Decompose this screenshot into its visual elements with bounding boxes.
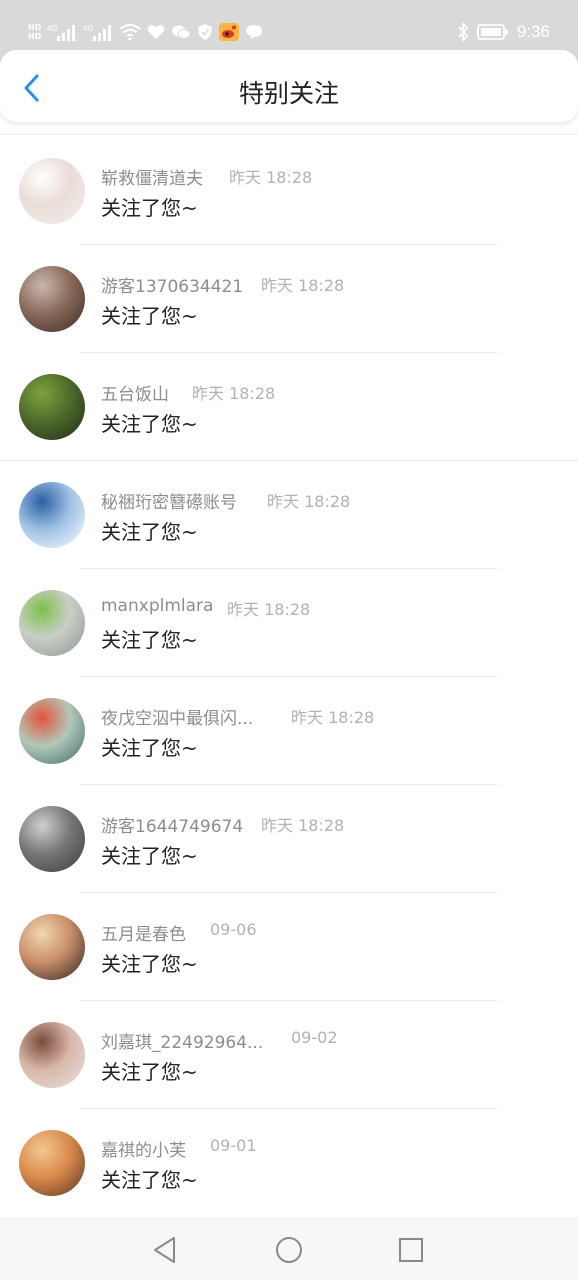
avatar[interactable]: [19, 482, 85, 548]
user-name[interactable]: 五月是春色: [101, 920, 186, 945]
timestamp: 昨天 18:28: [227, 600, 311, 619]
name-row: 秘祵珩密簪礤账号 昨天 18:28: [101, 488, 350, 513]
health-icon: [147, 24, 165, 40]
avatar[interactable]: [19, 266, 85, 332]
hd-top-label: HD: [28, 23, 42, 32]
name-row: 游客1644749674 昨天 18:28: [101, 812, 344, 837]
bluetooth-icon: [457, 22, 469, 42]
user-name[interactable]: 刘嘉琪_22492964...: [101, 1028, 263, 1053]
user-name[interactable]: 夜戊空泅中最俱闪...: [101, 704, 253, 729]
timestamp: 09-02: [291, 1028, 338, 1047]
message-text: 关注了您~: [101, 304, 198, 328]
message-text: 关注了您~: [101, 412, 198, 436]
user-name[interactable]: 秘祵珩密簪礤账号: [101, 488, 237, 513]
message-text: 关注了您~: [101, 196, 198, 220]
avatar[interactable]: [19, 374, 85, 440]
timestamp: 09-01: [210, 1136, 257, 1155]
user-name[interactable]: 嘉祺的小芙: [101, 1136, 186, 1161]
name-row: 五月是春色 09-06: [101, 920, 257, 945]
avatar[interactable]: [19, 1022, 85, 1088]
avatar[interactable]: [19, 914, 85, 980]
list-item[interactable]: 夜戊空泅中最俱闪... 昨天 18:28 关注了您~: [0, 662, 578, 785]
user-name[interactable]: manxplmlara: [101, 596, 213, 616]
timestamp: 昨天 18:28: [261, 816, 345, 835]
status-right-icons: 9:36: [457, 19, 550, 45]
list-item[interactable]: 游客1644749674 昨天 18:28 关注了您~: [0, 770, 578, 893]
message-text: 关注了您~: [101, 520, 198, 544]
timestamp: 昨天 18:28: [229, 168, 313, 187]
timestamp: 09-06: [210, 920, 257, 939]
name-row: manxplmlara 昨天 18:28: [101, 596, 310, 619]
user-name[interactable]: 游客1370634421: [101, 272, 243, 297]
square-recents-icon: [399, 1238, 423, 1262]
list-item[interactable]: 嘉祺的小芙 09-01 关注了您~: [0, 1094, 578, 1202]
list-item[interactable]: 秘祵珩密簪礤账号 昨天 18:28 关注了您~: [0, 446, 578, 569]
status-time: 9:36: [516, 22, 550, 41]
avatar[interactable]: [19, 806, 85, 872]
hd-bottom-label: HD: [28, 32, 42, 41]
message-text: 关注了您~: [101, 844, 198, 868]
user-name[interactable]: 崭救僵清道夫: [101, 164, 203, 189]
name-row: 崭救僵清道夫 昨天 18:28: [101, 164, 312, 189]
wifi-icon: [119, 23, 141, 41]
name-row: 游客1370634421 昨天 18:28: [101, 272, 344, 297]
triangle-back-icon: [154, 1237, 175, 1263]
name-row: 嘉祺的小芙 09-01: [101, 1136, 257, 1161]
shield-icon: [197, 23, 213, 41]
nav-back-button[interactable]: [150, 1235, 180, 1265]
list-item[interactable]: 五月是春色 09-06 关注了您~: [0, 878, 578, 1001]
avatar[interactable]: [19, 1130, 85, 1196]
nav-home-button[interactable]: [274, 1235, 304, 1265]
page-title: 特别关注: [238, 79, 339, 108]
chat-bubble-icon: [245, 24, 263, 40]
avatar[interactable]: [19, 590, 85, 656]
list-item[interactable]: manxplmlara 昨天 18:28 关注了您~: [0, 554, 578, 677]
svg-text:4G: 4G: [47, 24, 58, 33]
name-row: 刘嘉琪_22492964... 09-02: [101, 1028, 338, 1053]
avatar[interactable]: [19, 158, 85, 224]
weibo-icon: [219, 23, 240, 41]
user-name[interactable]: 五台饭山: [101, 380, 169, 405]
list-item[interactable]: 刘嘉琪_22492964... 09-02 关注了您~: [0, 986, 578, 1109]
nav-recents-button[interactable]: [396, 1235, 426, 1265]
message-text: 关注了您~: [101, 952, 198, 976]
system-navigation-bar: [0, 1218, 578, 1280]
status-left-icons: HD HD 4G 4G: [28, 19, 263, 45]
circle-home-icon: [276, 1237, 302, 1263]
wechat-icon: [171, 24, 191, 40]
message-text: 关注了您~: [101, 628, 198, 652]
user-name[interactable]: 游客1644749674: [101, 812, 243, 837]
hd-icon: HD HD: [28, 23, 41, 41]
name-row: 夜戊空泅中最俱闪... 昨天 18:28: [101, 704, 374, 729]
timestamp: 昨天 18:28: [261, 276, 345, 295]
name-row: 五台饭山 昨天 18:28: [101, 380, 275, 405]
list-item[interactable]: 崭救僵清道夫 昨天 18:28 关注了您~: [0, 122, 578, 245]
follower-list: 崭救僵清道夫 昨天 18:28 关注了您~ 游客1370634421 昨天 18:28 关…: [0, 122, 578, 1202]
timestamp: 昨天 18:28: [192, 384, 276, 403]
avatar[interactable]: [19, 698, 85, 764]
signal-4g-icon: 4G: [47, 22, 77, 42]
battery-icon: [477, 23, 509, 41]
signal-4g-icon: 4G: [83, 22, 113, 42]
timestamp: 昨天 18:28: [267, 492, 351, 511]
timestamp: 昨天 18:28: [291, 708, 375, 727]
list-item[interactable]: 五台饭山 昨天 18:28 关注了您~: [0, 338, 578, 461]
message-text: 关注了您~: [101, 1168, 198, 1192]
list-item[interactable]: 游客1370634421 昨天 18:28 关注了您~: [0, 230, 578, 353]
message-text: 关注了您~: [101, 736, 198, 760]
svg-text:4G: 4G: [83, 24, 94, 33]
top-app-bar: 特别关注: [0, 50, 578, 122]
message-text: 关注了您~: [101, 1060, 198, 1084]
